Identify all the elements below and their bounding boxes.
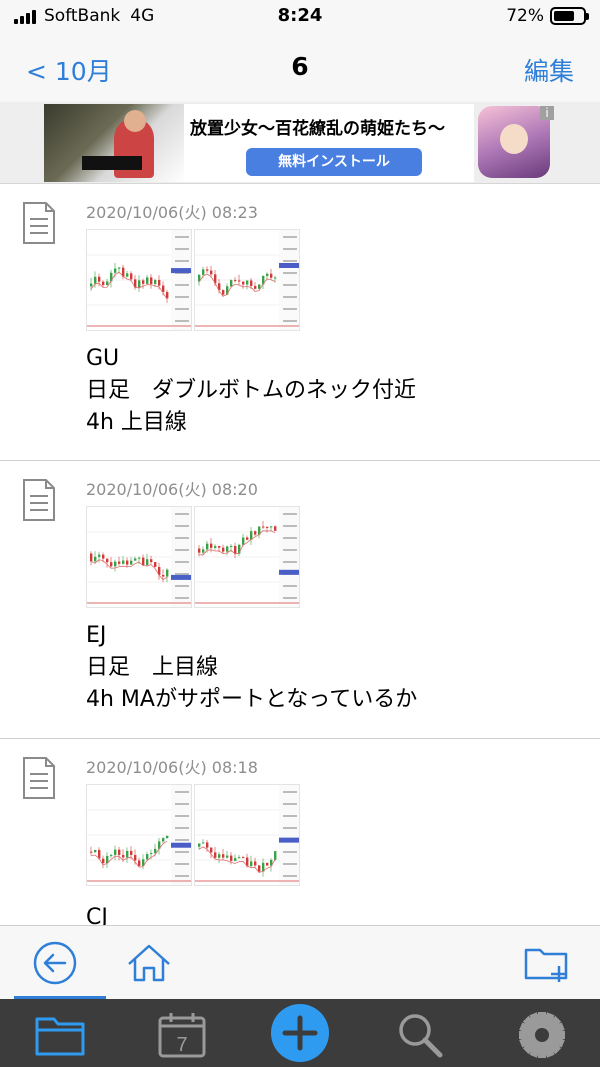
note-date: 2020/10/06(火) 08:20 [86, 480, 258, 499]
folder-icon[interactable] [34, 1009, 86, 1061]
chart-thumbnail[interactable] [86, 784, 192, 886]
note-thumbnails [86, 229, 300, 331]
note-line: EJ [86, 623, 107, 648]
bottom-toolbar [0, 925, 600, 999]
note-thumbnails [86, 506, 300, 608]
chart-thumbnail[interactable] [194, 506, 300, 608]
search-icon[interactable] [394, 1009, 446, 1061]
note-date: 2020/10/06(火) 08:18 [86, 758, 258, 777]
battery-percent: 72% [506, 6, 544, 26]
note-body: GU 日足 ダブルボトムのネック付近 4h 上目線 [86, 343, 416, 439]
note-line: 日足 上目線 [86, 655, 219, 680]
note-line: CJ [86, 905, 108, 926]
note-body: CJ [86, 902, 108, 926]
document-icon [23, 479, 55, 521]
add-folder-icon[interactable] [522, 938, 572, 988]
battery-icon [550, 7, 589, 25]
document-icon [23, 202, 55, 244]
list-item[interactable]: 2020/10/06(火) 08:18 CJ [0, 740, 600, 926]
navigation-bar: < 10月 6 編集 [0, 36, 600, 102]
chart-thumbnail[interactable] [86, 506, 192, 608]
list-item[interactable]: 2020/10/06(火) 08:20 EJ 日足 上目線 4h MAがサポート… [0, 462, 600, 739]
note-line: 日足 ダブルボトムのネック付近 [86, 378, 417, 403]
page-title: 6 [291, 52, 309, 81]
chart-thumbnail[interactable] [86, 229, 192, 331]
note-thumbnails [86, 784, 300, 886]
calendar-day: 7 [176, 1034, 187, 1056]
note-line: 4h MAがサポートとなっているか [86, 687, 418, 712]
note-line: 4h 上目線 [86, 410, 187, 435]
ad-info-icon[interactable]: i [540, 106, 554, 120]
note-body: EJ 日足 上目線 4h MAがサポートとなっているか [86, 620, 417, 716]
status-bar: SoftBank 4G 8:24 72% [0, 0, 600, 36]
note-date: 2020/10/06(火) 08:23 [86, 203, 258, 222]
back-arrow-icon[interactable] [30, 938, 80, 988]
gear-icon[interactable] [516, 1009, 568, 1061]
plus-icon[interactable] [270, 1003, 330, 1063]
ad-image [44, 104, 184, 182]
ad-body: 放置少女〜百花繚乱の萌姫たち〜 無料インストール [184, 104, 474, 182]
edit-button[interactable]: 編集 [524, 52, 574, 88]
document-icon [23, 757, 55, 799]
list-item[interactable]: 2020/10/06(火) 08:23 GU 日足 ダブルボトムのネック付近 4… [0, 185, 600, 461]
home-icon[interactable] [124, 938, 174, 988]
note-line: GU [86, 346, 120, 371]
ad-title: 放置少女〜百花繚乱の萌姫たち〜 [190, 119, 445, 139]
tab-bar: 7 [0, 999, 600, 1067]
calendar-icon[interactable]: 7 [156, 1009, 208, 1061]
chart-thumbnail[interactable] [194, 229, 300, 331]
status-right: 72% [506, 6, 589, 26]
chart-thumbnail[interactable] [194, 784, 300, 886]
ad-install-button[interactable]: 無料インストール [246, 148, 422, 176]
ad-banner[interactable]: 放置少女〜百花繚乱の萌姫たち〜 無料インストール i [0, 102, 600, 184]
